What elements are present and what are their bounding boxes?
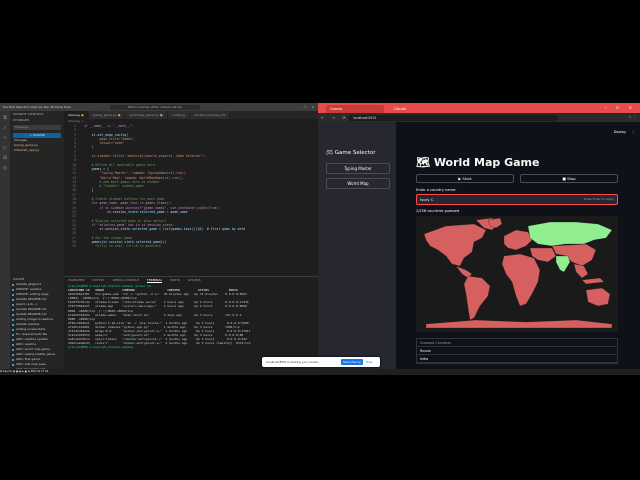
editor-tab[interactable]: worldmap_game.py ● [125, 111, 168, 119]
browser-window-controls[interactable]: – ☐ ✕ [605, 103, 636, 113]
stop-sharing-button[interactable]: Stop sharing [341, 359, 363, 365]
activity-bar: ⧉ ⌕ ⑂ ▷ ⊞ ◎ [0, 111, 10, 369]
editor-tab[interactable]: typing_game.py ● [88, 111, 126, 119]
app-menu-icon[interactable]: ⋮ [631, 129, 635, 134]
code-text: ) [84, 145, 94, 150]
desktop-screen: File Edit Selection View Go Run Terminal… [0, 103, 640, 375]
source-control-sidebar: SOURCE CONTROL CHANGES Message ✓ Commit … [10, 111, 64, 369]
editor-tab-label: config.py [171, 113, 186, 117]
explorer-icon[interactable]: ⧉ [2, 115, 8, 121]
vscode-titlebar: File Edit Selection View Go Run Terminal… [0, 103, 318, 111]
typing-master-button[interactable]: Typing Master [326, 163, 390, 174]
taskbar-items[interactable]: ⊞ Search ◉ ▣ ◆ ◈ ● ◍ ENG IN 17:42 [0, 370, 48, 373]
panel-tab[interactable]: OUTPUT [92, 278, 104, 282]
panel-tab[interactable]: DEBUG CONSOLE [113, 278, 139, 282]
panel-tab[interactable]: GITLENS [188, 278, 201, 282]
editor-tab[interactable]: config.py [167, 111, 191, 119]
panel-tab[interactable]: TERMINAL [146, 278, 163, 283]
search-icon[interactable]: ⌕ [2, 125, 8, 131]
stop-button[interactable]: ■ Stop [520, 174, 618, 183]
guessed-header: Guessed Countries [417, 339, 617, 347]
input-hint: Press Enter to apply [583, 197, 614, 201]
panel-tab[interactable]: PROBLEMS [68, 278, 84, 282]
editor-tab[interactable]: main.py ● [64, 111, 89, 119]
code-text: st.session_state.selected_game = list(ga… [84, 227, 246, 232]
changes-section-header[interactable]: CHANGES [10, 117, 64, 123]
vscode-window-controls[interactable]: – ☐ ✕ [297, 103, 316, 111]
command-center[interactable]: Python-Games (WSL: Ubuntu-22.04) [110, 104, 200, 110]
world-map[interactable] [416, 216, 618, 332]
app-sidebar: 🎮︎ Game Selector Typing Master World Map [318, 122, 396, 375]
guessed-countries-table: Guessed Countries Russia India [416, 338, 618, 364]
browser-tab-claude[interactable]: Claude [390, 105, 442, 113]
map-icon: 🗺︎ [416, 156, 430, 169]
tab-label: Games [330, 107, 343, 111]
guessed-row: India [417, 355, 617, 363]
world-map-button[interactable]: World Map [326, 178, 390, 189]
panel-tabs: PROBLEMS OUTPUT DEBUG CONSOLE TERMINAL PORTS… [64, 277, 318, 284]
vscode-menu-bar[interactable]: File Edit Selection View Go Run Terminal… [3, 103, 71, 111]
bottom-panel: PROBLEMS OUTPUT DEBUG CONSOLE TERMINAL PORTS… [64, 276, 318, 369]
editor-tab-label: main.py [68, 113, 81, 117]
editor-tab-label: docker-compose.yml [194, 113, 226, 117]
editor-tab[interactable]: docker-compose.yml [190, 111, 231, 119]
unsaved-dot-icon: ● [159, 113, 163, 117]
address-bar[interactable]: localhost:8501 [348, 114, 558, 121]
code-text: if __name__ == "__main__": [84, 124, 134, 128]
browser-tabbar: Games Claude – ☐ ✕ [318, 103, 640, 113]
browser-window: Games Claude – ☐ ✕ ← → ⟳ localhost:8501 … [318, 103, 640, 375]
run-debug-icon[interactable]: ▷ [2, 145, 8, 151]
extensions-icon[interactable]: ⊞ [2, 155, 8, 161]
deploy-button[interactable]: Deploy [614, 130, 626, 134]
country-input-label: Enter a country name: [416, 188, 457, 192]
guessed-count: 2/258 countries guessed [416, 209, 460, 213]
app-main: Deploy ⋮ 🗺︎ World Map Game ▶ Start ■ Sto… [396, 122, 640, 375]
terminal-line: pranjal@HP0-I-Aspire5~/Python-Games$ [68, 345, 135, 350]
nav-buttons[interactable]: ← → ⟳ [321, 113, 349, 122]
taskbar: ⊞ Search ◉ ▣ ◆ ◈ ● ◍ ENG IN 17:42 [0, 369, 640, 375]
start-button[interactable]: ▶ Start [416, 174, 514, 183]
gamepad-icon: 🎮︎ [326, 150, 333, 156]
browser-menu-icon[interactable]: ☆ ⋮ [628, 113, 636, 122]
editor-tab-label: typing_game.py [92, 113, 117, 117]
code-text: Ctrl+L to chat, Ctrl+K to generate [84, 244, 161, 249]
sidebar-title: 🎮︎ Game Selector [326, 150, 375, 156]
editor-tabs: main.py ● typing_game.py ● worldmap_game.p… [64, 111, 318, 119]
unsaved-dot-icon: ● [80, 113, 84, 117]
country-input-value: Ivory C [420, 197, 434, 202]
remote-explorer-icon[interactable]: ◎ [2, 165, 8, 171]
changed-file[interactable]: streamlit_app.py [10, 148, 64, 153]
vscode-window: File Edit Selection View Go Run Terminal… [0, 103, 318, 375]
page-title: 🗺︎ World Map Game [416, 156, 539, 169]
code-line[interactable]: 29 Ctrl+L to chat, Ctrl+K to generate [64, 244, 318, 248]
editor-tab-label: worldmap_game.py [129, 113, 160, 117]
browser-toolbar: ← → ⟳ localhost:8501 ☆ ⋮ [318, 113, 640, 122]
tab-label: Claude [394, 107, 407, 111]
commit-message-input[interactable]: Message [13, 125, 61, 130]
source-control-icon[interactable]: ⑂ [2, 135, 8, 141]
code-editor[interactable]: 1 if __name__ == "__main__": 2 3 st.set_pag… [64, 124, 318, 276]
screen-share-bar: localhost:8501 is sharing your screen. S… [262, 357, 380, 367]
guessed-row: Russia [417, 347, 617, 355]
hide-share-button[interactable]: Hide [366, 357, 372, 367]
line-number: 29 [72, 244, 76, 249]
code-text: } [84, 188, 94, 193]
terminal[interactable]: pranjal@HP0-I-Aspire5~/Python-Games$ doc… [64, 284, 318, 350]
unsaved-dot-icon: ● [116, 113, 121, 117]
country-input[interactable]: Ivory C Press Enter to apply [416, 194, 618, 205]
page-title-text: World Map Game [433, 156, 540, 169]
panel-tab[interactable]: PORTS [170, 278, 180, 282]
sidebar-title-text: Game Selector [334, 150, 376, 156]
share-text: localhost:8501 is sharing your screen. [266, 360, 320, 364]
code-text: st.session_state.selected_game = game_na… [84, 209, 188, 214]
code-text: st.sidebar.title(":material/sports_espor… [84, 154, 205, 159]
git-graph: GRAPH Update gitignore UPDATE: readme UPDA… [10, 276, 64, 369]
browser-tab-games[interactable]: Games [326, 105, 384, 113]
